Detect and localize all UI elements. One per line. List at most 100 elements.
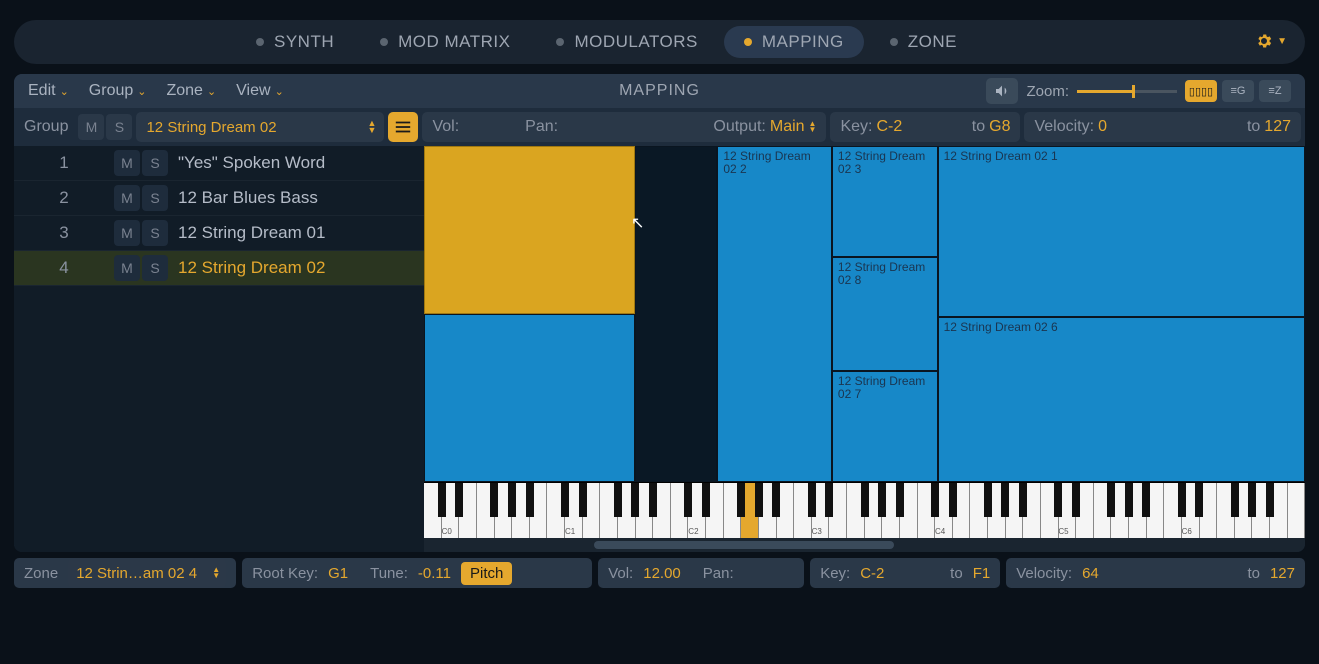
zoom-slider[interactable] xyxy=(1077,90,1177,93)
zone-block[interactable]: 12 String Dream 02 3 xyxy=(832,146,938,257)
piano-key-black[interactable] xyxy=(1019,483,1027,517)
zone-block[interactable]: 12 String Dream 02 8 xyxy=(832,257,938,371)
tab-modulators[interactable]: MODULATORS xyxy=(536,26,717,58)
rootkey-value[interactable]: G1 xyxy=(328,565,348,582)
zone-selector[interactable]: 12 Strin…am 02 4 ▲▼ xyxy=(68,558,226,588)
tab-zone[interactable]: ZONE xyxy=(870,26,977,58)
group-row[interactable]: 3 MS 12 String Dream 01 xyxy=(14,216,424,251)
piano-key-black[interactable] xyxy=(772,483,780,517)
group-row[interactable]: 4 MS 12 String Dream 02 xyxy=(14,251,424,286)
solo-button[interactable]: S xyxy=(142,185,168,211)
velocity-high[interactable]: 127 xyxy=(1270,565,1295,582)
horizontal-scrollbar[interactable] xyxy=(424,538,1305,552)
piano-key-black[interactable] xyxy=(808,483,816,517)
piano-key-black[interactable] xyxy=(1125,483,1133,517)
mute-button[interactable]: M xyxy=(114,150,140,176)
piano-key-black[interactable] xyxy=(1107,483,1115,517)
menu-group[interactable]: Group⌄ xyxy=(79,82,157,100)
key-high[interactable]: F1 xyxy=(973,565,991,582)
view-zone-button[interactable]: ≡Z xyxy=(1259,80,1291,102)
piano-key-black[interactable] xyxy=(561,483,569,517)
vol-pan-section: Vol: 12.00 Pan: xyxy=(598,558,804,588)
piano-key-black[interactable] xyxy=(878,483,886,517)
tab-synth[interactable]: SYNTH xyxy=(236,26,354,58)
key-high[interactable]: G8 xyxy=(989,118,1010,136)
tab-mapping[interactable]: MAPPING xyxy=(724,26,864,58)
group-list-toggle[interactable] xyxy=(388,112,418,142)
tune-value[interactable]: -0.11 xyxy=(418,565,451,582)
menu-view[interactable]: View⌄ xyxy=(226,82,294,100)
piano-key-black[interactable] xyxy=(1231,483,1239,517)
key-low[interactable]: C-2 xyxy=(876,118,902,136)
piano-key-black[interactable] xyxy=(1142,483,1150,517)
piano-key-black[interactable] xyxy=(438,483,446,517)
piano-key-black[interactable] xyxy=(455,483,463,517)
key-low[interactable]: C-2 xyxy=(860,565,884,582)
piano-keyboard[interactable]: C0C1C2C3C4C5C6 xyxy=(424,482,1305,538)
piano-key-black[interactable] xyxy=(1001,483,1009,517)
piano-key-black[interactable] xyxy=(649,483,657,517)
mute-button[interactable]: M xyxy=(114,255,140,281)
menu-edit[interactable]: Edit⌄ xyxy=(18,82,79,100)
solo-button[interactable]: S xyxy=(142,150,168,176)
piano-key-black[interactable] xyxy=(684,483,692,517)
piano-key-black[interactable] xyxy=(702,483,710,517)
scrollbar-thumb[interactable] xyxy=(594,541,894,549)
piano-key-black[interactable] xyxy=(1054,483,1062,517)
piano-key-black[interactable] xyxy=(931,483,939,517)
zone-block[interactable]: 12 String Dream 02 7 xyxy=(832,371,938,482)
velocity-high[interactable]: 127 xyxy=(1264,118,1291,136)
solo-button[interactable]: S xyxy=(142,220,168,246)
group-name: 12 String Dream 01 xyxy=(168,223,325,243)
zone-block[interactable]: 12 String Dream 02 6 xyxy=(938,317,1305,482)
zone-block[interactable]: 12 String Dream 02 1 xyxy=(938,146,1305,317)
audition-button[interactable] xyxy=(986,78,1018,104)
piano-key-black[interactable] xyxy=(526,483,534,517)
pitch-button[interactable]: Pitch xyxy=(461,562,512,585)
piano-key-black[interactable] xyxy=(1178,483,1186,517)
piano-key[interactable] xyxy=(1288,483,1305,538)
group-row[interactable]: 1 MS "Yes" Spoken Word xyxy=(14,146,424,181)
output-value[interactable]: Main xyxy=(770,118,805,136)
solo-button[interactable]: S xyxy=(142,255,168,281)
group-row[interactable]: 2 MS 12 Bar Blues Bass xyxy=(14,181,424,216)
group-selector[interactable]: 12 String Dream 02 ▲▼ xyxy=(136,112,384,142)
view-keyboard-button[interactable]: ▯▯▯▯ xyxy=(1185,80,1217,102)
velocity-low[interactable]: 64 xyxy=(1082,565,1099,582)
vol-value[interactable]: 12.00 xyxy=(643,565,681,582)
piano-key-black[interactable] xyxy=(737,483,745,517)
piano-key-black[interactable] xyxy=(631,483,639,517)
piano-key-black[interactable] xyxy=(490,483,498,517)
group-list[interactable]: 1 MS "Yes" Spoken Word2 MS 12 Bar Blues … xyxy=(14,146,424,552)
piano-key-black[interactable] xyxy=(861,483,869,517)
piano-key-black[interactable] xyxy=(1072,483,1080,517)
mute-button[interactable]: M xyxy=(114,220,140,246)
solo-button[interactable]: S xyxy=(106,114,132,140)
piano-key-black[interactable] xyxy=(949,483,957,517)
settings-menu[interactable]: ▼ xyxy=(1255,32,1287,50)
piano-key-black[interactable] xyxy=(896,483,904,517)
zone-block[interactable] xyxy=(424,146,635,314)
mute-button[interactable]: M xyxy=(114,185,140,211)
piano-key-black[interactable] xyxy=(614,483,622,517)
rootkey-label: Root Key: xyxy=(252,565,318,582)
piano-key-black[interactable] xyxy=(1195,483,1203,517)
piano-key-black[interactable] xyxy=(508,483,516,517)
updown-icon[interactable]: ▲▼ xyxy=(809,121,817,133)
piano-key-black[interactable] xyxy=(825,483,833,517)
piano-key-black[interactable] xyxy=(755,483,763,517)
view-group-button[interactable]: ≡G xyxy=(1222,80,1254,102)
zone-block[interactable]: 12 String Dream 02 2 xyxy=(717,146,832,482)
key-label: Key: xyxy=(820,565,850,582)
mute-button[interactable]: M xyxy=(78,114,104,140)
zone-block[interactable] xyxy=(424,314,635,482)
zone-canvas[interactable]: 12 String Dream 02 212 String Dream 02 3… xyxy=(424,146,1305,482)
piano-key-black[interactable] xyxy=(984,483,992,517)
piano-key-black[interactable] xyxy=(1248,483,1256,517)
velocity-low[interactable]: 0 xyxy=(1098,118,1107,136)
zone-block[interactable] xyxy=(635,146,717,482)
piano-key-black[interactable] xyxy=(579,483,587,517)
menu-zone[interactable]: Zone⌄ xyxy=(156,82,226,100)
tab-modmatrix[interactable]: MOD MATRIX xyxy=(360,26,530,58)
piano-key-black[interactable] xyxy=(1266,483,1274,517)
